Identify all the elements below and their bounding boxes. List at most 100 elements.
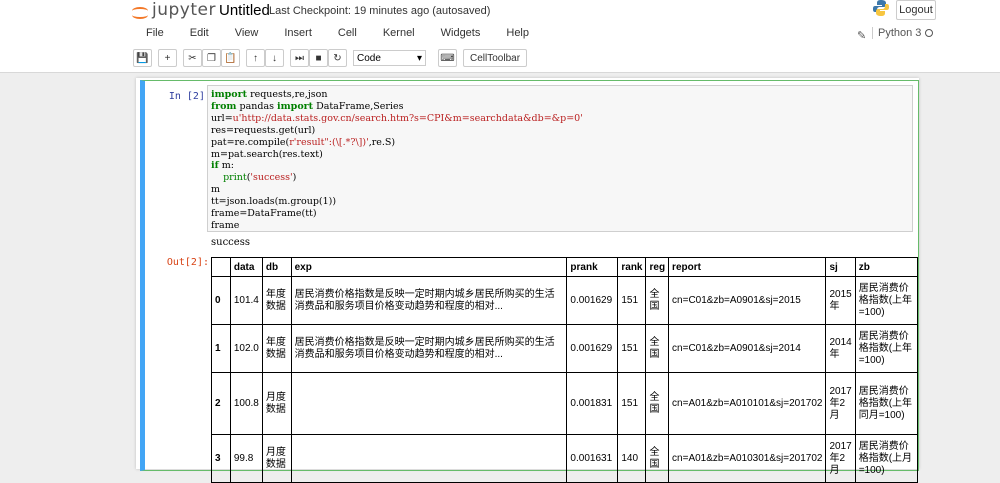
- column-header: [211, 257, 231, 277]
- toolbar: 💾 + ✂ ❐ 📋 ↑ ↓ ⏭ ■ ↻ Code ▾ ⌨ CellToolbar: [133, 49, 528, 67]
- run-icon[interactable]: ⏭: [290, 49, 309, 67]
- row-index: 3: [211, 434, 231, 483]
- table-header-row: data db exp prank rank reg report sj zb: [211, 257, 919, 277]
- menubar: File Edit View Insert Cell Kernel Widget…: [146, 27, 555, 41]
- checkpoint-status: Last Checkpoint: 19 minutes ago (autosav…: [269, 5, 491, 17]
- code-cell[interactable]: In [2]: import requests,re,json from pan…: [140, 80, 919, 483]
- cell-exp: [290, 372, 568, 435]
- input-prompt: In [2]:: [168, 91, 211, 102]
- cell-sj: 2017年2月: [825, 372, 856, 435]
- cell-db: 月度数据: [261, 434, 292, 483]
- cell-data: 101.4: [229, 276, 263, 325]
- dropdown-arrow-icon: ▾: [416, 52, 422, 64]
- column-header: data: [229, 257, 263, 277]
- cell-db: 年度数据: [261, 324, 292, 373]
- code-line: tt=json.loads(m.group(1)): [211, 196, 337, 208]
- cell-rank: 140: [617, 434, 647, 483]
- code-line: m: [211, 184, 221, 196]
- code-editor[interactable]: import requests,re,json from pandas impo…: [207, 85, 913, 232]
- menu-widgets[interactable]: Widgets: [441, 27, 481, 41]
- menu-insert[interactable]: Insert: [284, 27, 312, 41]
- cell-zb: 居民消费价格指数(上月=100): [854, 434, 919, 483]
- code-line: if m:: [211, 160, 234, 172]
- cell-reg: 全国: [645, 324, 670, 373]
- table-row: 2 100.8 月度数据 0.001831 151 全国 cn=A01&zb=A…: [211, 372, 919, 435]
- cut-icon[interactable]: ✂: [183, 49, 202, 67]
- column-header: rank: [617, 257, 647, 277]
- menu-help[interactable]: Help: [506, 27, 529, 41]
- kernel-idle-icon: [925, 29, 934, 38]
- cell-zb: 居民消费价格指数(上年=100): [854, 324, 919, 373]
- insert-cell-icon[interactable]: +: [158, 49, 177, 67]
- menu-edit[interactable]: Edit: [190, 27, 209, 41]
- column-header: sj: [825, 257, 856, 277]
- code-line: from pandas import DataFrame,Series: [211, 100, 404, 112]
- cell-data: 100.8: [229, 372, 263, 435]
- cell-reg: 全国: [645, 372, 670, 435]
- cell-report: cn=C01&zb=A0901&sj=2014: [668, 324, 827, 373]
- cell-db: 年度数据: [261, 276, 292, 325]
- row-index: 1: [211, 324, 231, 373]
- cell-type-value: Code: [357, 52, 381, 64]
- jupyter-logo-icon: [132, 2, 148, 19]
- notebook-name[interactable]: Untitled: [219, 2, 270, 19]
- stop-icon[interactable]: ■: [309, 49, 328, 67]
- cell-prank: 0.001631: [566, 434, 619, 483]
- column-header: zb: [854, 257, 919, 277]
- code-line: print('success'): [223, 172, 297, 184]
- pencil-icon[interactable]: ✎: [857, 29, 866, 42]
- copy-icon[interactable]: ❐: [202, 49, 221, 67]
- code-line: import requests,re,json: [211, 89, 328, 100]
- keyboard-icon[interactable]: ⌨: [438, 49, 457, 67]
- cell-report: cn=A01&zb=A010301&sj=201702: [668, 434, 827, 483]
- column-header: exp: [290, 257, 568, 277]
- cell-db: 月度数据: [261, 372, 292, 435]
- logout-button[interactable]: Logout: [896, 0, 936, 20]
- cell-zb: 居民消费价格指数(上年同月=100): [854, 372, 919, 435]
- cell-data: 102.0: [229, 324, 263, 373]
- notebook-header: jupyter Untitled Last Checkpoint: 19 min…: [0, 0, 1000, 73]
- logo-text: jupyter: [152, 0, 216, 20]
- cell-exp: [290, 434, 568, 483]
- code-line: frame=DataFrame(tt): [211, 208, 317, 220]
- code-line: frame: [211, 219, 240, 231]
- cell-report: cn=C01&zb=A0901&sj=2015: [668, 276, 827, 325]
- cell-exp: 居民消费价格指数是反映一定时期内城乡居民所购买的生活消费品和服务项目价格变动趋势…: [290, 276, 568, 325]
- menu-file[interactable]: File: [146, 27, 164, 41]
- cell-prank: 0.001629: [566, 324, 619, 373]
- cell-rank: 151: [617, 372, 647, 435]
- notebook-page: In [2]: import requests,re,json from pan…: [136, 78, 919, 483]
- menu-cell[interactable]: Cell: [338, 27, 357, 41]
- output-prompt: Out[2]:: [166, 257, 209, 268]
- save-icon[interactable]: 💾: [133, 49, 152, 67]
- cell-prank: 0.001629: [566, 276, 619, 325]
- celltoolbar-button[interactable]: CellToolbar: [463, 49, 528, 67]
- code-line: res=requests.get(url): [211, 124, 316, 136]
- restart-icon[interactable]: ↻: [328, 49, 347, 67]
- table-row: 0 101.4 年度数据 居民消费价格指数是反映一定时期内城乡居民所购买的生活消…: [211, 276, 919, 325]
- cell-exp: 居民消费价格指数是反映一定时期内城乡居民所购买的生活消费品和服务项目价格变动趋势…: [290, 324, 568, 373]
- paste-icon[interactable]: 📋: [221, 49, 240, 67]
- column-header: prank: [566, 257, 619, 277]
- dataframe-table: data db exp prank rank reg report sj zb …: [211, 257, 919, 483]
- kernel-name: Python 3: [878, 27, 922, 39]
- cell-rank: 151: [617, 324, 647, 373]
- column-header: db: [261, 257, 292, 277]
- column-header: report: [668, 257, 827, 277]
- menu-kernel[interactable]: Kernel: [383, 27, 415, 41]
- move-down-icon[interactable]: ↓: [265, 49, 284, 67]
- cell-type-select[interactable]: Code ▾: [353, 50, 426, 66]
- cell-reg: 全国: [645, 434, 670, 483]
- cell-prank: 0.001831: [566, 372, 619, 435]
- cell-sj: 2014年: [825, 324, 856, 373]
- cell-rank: 151: [617, 276, 647, 325]
- cell-data: 99.8: [229, 434, 263, 483]
- cell-sj: 2015年: [825, 276, 856, 325]
- code-line: m=pat.search(res.text): [211, 148, 323, 160]
- code-line: url=u'http://data.stats.gov.cn/search.ht…: [211, 112, 583, 124]
- move-up-icon[interactable]: ↑: [246, 49, 265, 67]
- menu-view[interactable]: View: [235, 27, 259, 41]
- jupyter-logo[interactable]: jupyter: [132, 0, 216, 22]
- kernel-indicator: Python 3: [872, 27, 934, 39]
- python-logo-icon: [873, 0, 889, 16]
